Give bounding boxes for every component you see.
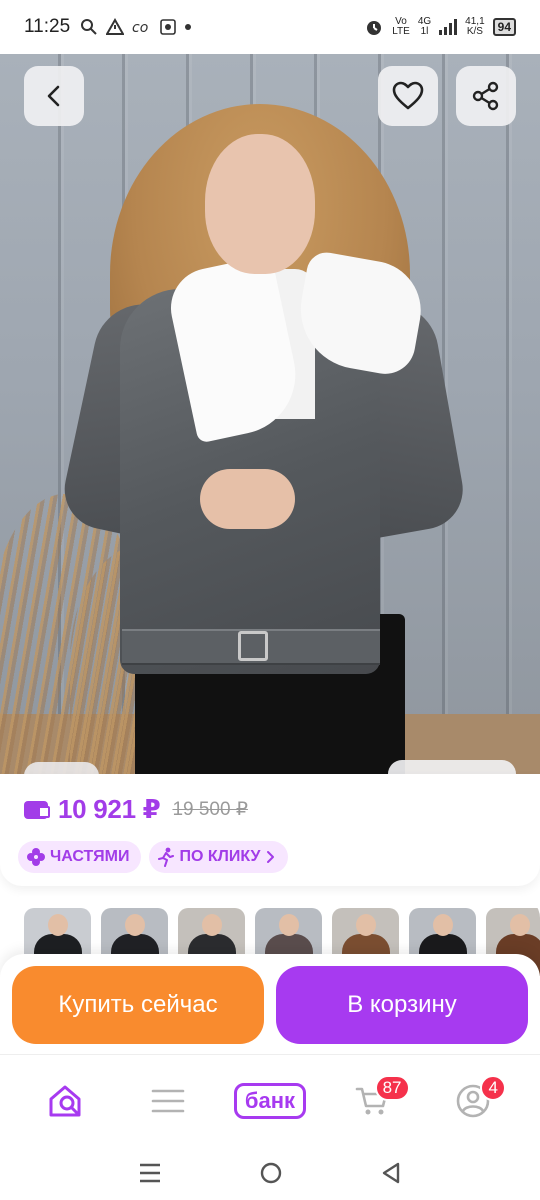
image-counter: 3 / 17: [24, 762, 99, 774]
home-icon[interactable]: [259, 1161, 283, 1185]
home-search-icon: [49, 1085, 81, 1116]
bottom-navigation: банк 87 4: [0, 1054, 540, 1146]
nav-cart[interactable]: 87: [337, 1071, 410, 1131]
profile-badge: 4: [480, 1074, 507, 1101]
co-app-icon: co: [132, 20, 148, 35]
purchase-bar: Купить сейчас В корзину: [0, 954, 540, 1054]
clover-icon: [27, 848, 45, 866]
price-card: 10 921 ₽ 19 500 ₽ ЧАСТЯМИ ПО КЛИКУ: [0, 774, 540, 886]
status-bar: 11:25 co Vo LTE 4G 1l 41,1 K/S 94: [0, 0, 540, 54]
system-navigation: [0, 1146, 540, 1200]
warning-icon: [106, 18, 125, 35]
buy-now-button[interactable]: Купить сейчас: [12, 966, 264, 1044]
similar-button[interactable]: Похожие: [388, 760, 516, 774]
price: 10 921 ₽: [58, 794, 161, 824]
bank-logo: банк: [233, 1082, 307, 1119]
chevron-left-icon: [47, 85, 60, 107]
image-notification-icon: [160, 19, 176, 35]
search-icon: [81, 19, 97, 35]
recent-apps-icon[interactable]: [138, 1162, 162, 1184]
cart-badge: 87: [374, 1074, 410, 1101]
signal-icon: [439, 19, 458, 35]
svg-text:co: co: [132, 20, 148, 35]
product-photo[interactable]: 3 / 17 Похожие: [0, 54, 540, 774]
back-nav-icon[interactable]: [380, 1161, 402, 1185]
status-time: 11:25: [24, 16, 71, 37]
share-button[interactable]: [456, 66, 516, 126]
running-person-icon: [158, 847, 175, 867]
one-click-chip[interactable]: ПО КЛИКУ: [149, 841, 289, 873]
old-price: 19 500 ₽: [172, 799, 248, 820]
alarm-icon: [367, 21, 382, 35]
share-icon: [472, 81, 499, 111]
menu-icon: [152, 1089, 185, 1112]
nav-profile[interactable]: 4: [438, 1071, 508, 1131]
installments-chip[interactable]: ЧАСТЯМИ: [18, 841, 142, 873]
nav-catalog[interactable]: [133, 1071, 203, 1131]
dot-icon: [185, 24, 192, 30]
wallet-icon: [24, 800, 50, 819]
heart-icon: [392, 81, 424, 110]
battery-indicator: 94: [492, 18, 516, 36]
back-button[interactable]: [24, 66, 84, 126]
favorite-button[interactable]: [378, 66, 438, 126]
nav-home[interactable]: [32, 1071, 102, 1131]
chevron-right-icon: [267, 851, 275, 863]
nav-bank[interactable]: банк: [233, 1071, 307, 1131]
add-to-cart-button[interactable]: В корзину: [276, 966, 528, 1044]
model-face: [205, 134, 315, 274]
